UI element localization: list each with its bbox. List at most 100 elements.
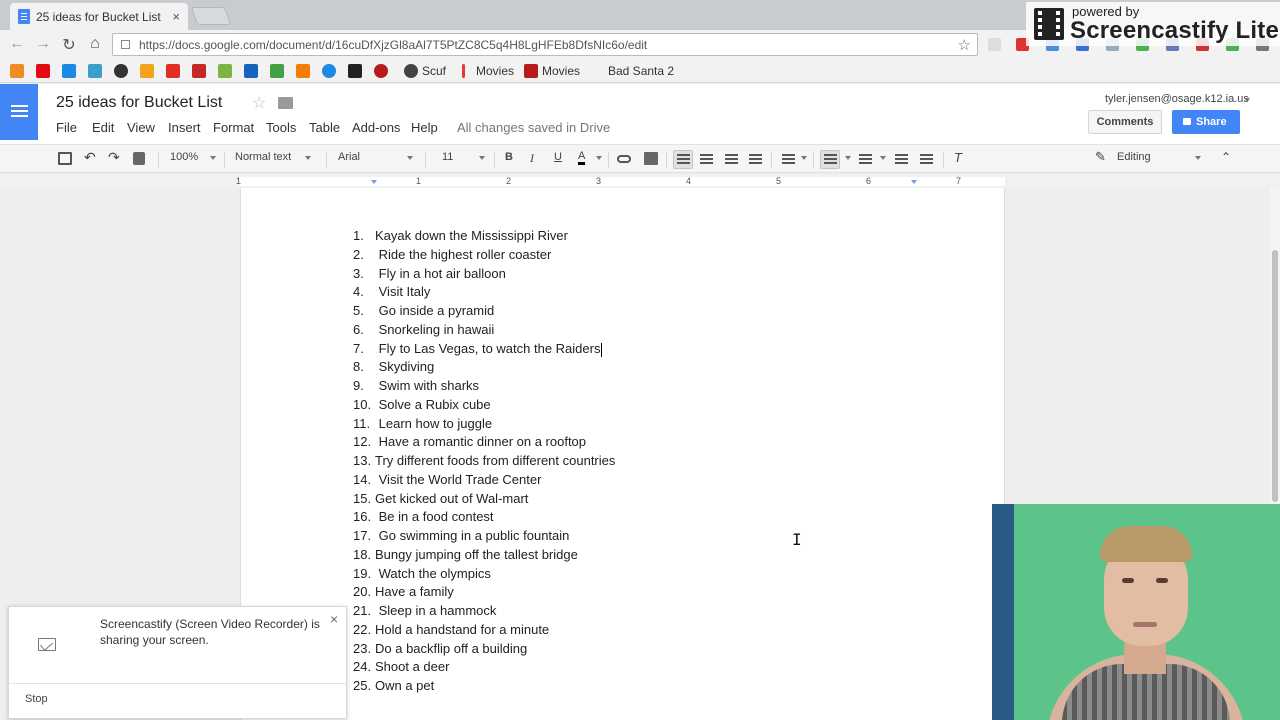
list-item[interactable]: 5. Go inside a pyramid xyxy=(353,302,494,319)
decrease-indent-icon[interactable] xyxy=(895,154,908,165)
align-center-icon[interactable] xyxy=(700,154,713,165)
list-item[interactable]: 16. Be in a food contest xyxy=(353,508,494,525)
bookmark-icon[interactable] xyxy=(270,64,284,78)
chevron-down-icon[interactable] xyxy=(880,156,886,160)
chevron-down-icon[interactable] xyxy=(1195,156,1201,160)
chevron-down-icon[interactable] xyxy=(407,156,413,160)
menu-add-ons[interactable]: Add-ons xyxy=(352,120,400,135)
document-page[interactable]: 1. Kayak down the Mississippi River 2. Ri… xyxy=(240,188,1005,720)
paragraph-style-select[interactable]: Normal text xyxy=(235,151,291,163)
list-item[interactable]: 9. Swim with sharks xyxy=(353,377,479,394)
chevron-down-icon[interactable] xyxy=(210,156,216,160)
stop-sharing-button[interactable]: Stop xyxy=(25,693,48,705)
editing-mode-select[interactable]: Editing xyxy=(1117,151,1151,163)
close-tab-icon[interactable]: × xyxy=(172,9,180,24)
menu-format[interactable]: Format xyxy=(213,120,254,135)
bookmark-icon[interactable] xyxy=(88,64,102,78)
youtube-icon[interactable] xyxy=(166,64,180,78)
bookmark-icon[interactable] xyxy=(10,64,24,78)
list-item[interactable]: 12. Have a romantic dinner on a rooftop xyxy=(353,433,586,450)
back-arrow-icon[interactable]: ← xyxy=(8,35,26,53)
chevron-down-icon[interactable] xyxy=(305,156,311,160)
text-color-button[interactable]: A xyxy=(578,151,586,165)
bookmark-scuf[interactable]: Scuf xyxy=(422,64,446,78)
scrollbar-thumb[interactable] xyxy=(1272,250,1278,502)
menu-file[interactable]: File xyxy=(56,120,77,135)
menu-tools[interactable]: Tools xyxy=(266,120,296,135)
list-item[interactable]: 3. Fly in a hot air balloon xyxy=(353,265,506,282)
list-item[interactable]: 24. Shoot a deer xyxy=(353,658,449,675)
chevron-down-icon[interactable] xyxy=(596,156,602,160)
extension-icon[interactable] xyxy=(988,38,1001,51)
bookmark-movies-2[interactable]: Movies xyxy=(542,64,580,78)
page-info-icon[interactable] xyxy=(121,40,130,49)
menu-view[interactable]: View xyxy=(127,120,155,135)
print-icon[interactable] xyxy=(58,152,72,165)
align-justify-icon[interactable] xyxy=(749,154,762,165)
clear-formatting-icon[interactable]: T xyxy=(954,150,962,165)
list-item[interactable]: 22. Hold a handstand for a minute xyxy=(353,621,549,638)
new-tab-button[interactable] xyxy=(190,7,232,25)
menu-edit[interactable]: Edit xyxy=(92,120,114,135)
list-item[interactable]: 23. Do a backflip off a building xyxy=(353,640,527,657)
bold-button[interactable]: B xyxy=(505,151,513,163)
left-indent-marker[interactable] xyxy=(371,180,377,184)
menu-table[interactable]: Table xyxy=(309,120,340,135)
menu-insert[interactable]: Insert xyxy=(168,120,201,135)
netflix-icon[interactable] xyxy=(36,64,50,78)
docs-home-icon[interactable] xyxy=(0,84,38,140)
list-item[interactable]: 13. Try different foods from different co… xyxy=(353,452,615,469)
bookmark-icon[interactable] xyxy=(192,64,206,78)
zoom-select[interactable]: 100% xyxy=(170,151,198,163)
bookmark-bad-santa-2[interactable]: Bad Santa 2 xyxy=(608,64,674,78)
movies-icon[interactable] xyxy=(462,64,465,78)
list-item[interactable]: 18. Bungy jumping off the tallest bridge xyxy=(353,546,578,563)
list-item[interactable]: 20. Have a family xyxy=(353,583,454,600)
star-document-icon[interactable]: ☆ xyxy=(252,93,266,113)
close-icon[interactable]: × xyxy=(330,611,338,627)
bookmark-icon[interactable] xyxy=(322,64,336,78)
font-size-select[interactable]: 11 xyxy=(442,151,453,163)
list-item[interactable]: 17. Go swimming in a public fountain xyxy=(353,527,569,544)
italic-button[interactable]: I xyxy=(530,151,534,166)
forward-arrow-icon[interactable]: → xyxy=(34,35,52,53)
list-item[interactable]: 7. Fly to Las Vegas, to watch the Raider… xyxy=(353,340,603,357)
collapse-menus-icon[interactable]: ⌃ xyxy=(1221,150,1231,164)
align-left-button[interactable] xyxy=(673,150,693,169)
folder-icon[interactable] xyxy=(278,97,293,109)
numbered-list-button[interactable] xyxy=(820,150,840,169)
bookmark-icon[interactable] xyxy=(296,64,310,78)
bookmark-icon[interactable] xyxy=(244,64,258,78)
browser-tab[interactable]: 25 ideas for Bucket List × xyxy=(10,3,188,30)
chevron-down-icon[interactable] xyxy=(801,156,807,160)
home-icon[interactable]: ⌂ xyxy=(86,35,104,53)
underline-button[interactable]: U xyxy=(554,151,562,163)
list-item[interactable]: 10. Solve a Rubix cube xyxy=(353,396,491,413)
document-title[interactable]: 25 ideas for Bucket List xyxy=(56,94,222,112)
undo-icon[interactable]: ↶ xyxy=(84,149,96,166)
bookmark-star-icon[interactable]: ☆ xyxy=(958,36,971,54)
bookmark-icon[interactable] xyxy=(114,64,128,78)
bulleted-list-icon[interactable] xyxy=(859,154,872,165)
menu-help[interactable]: Help xyxy=(411,120,438,135)
list-item[interactable]: 6. Snorkeling in hawaii xyxy=(353,321,494,338)
bookmark-icon[interactable] xyxy=(140,64,154,78)
redo-icon[interactable]: ↷ xyxy=(108,149,120,166)
list-item[interactable]: 8. Skydiving xyxy=(353,358,434,375)
account-email[interactable]: tyler.jensen@osage.k12.ia.us xyxy=(1105,93,1249,105)
chevron-down-icon[interactable] xyxy=(1244,98,1250,102)
right-indent-marker[interactable] xyxy=(911,180,917,184)
paint-format-icon[interactable] xyxy=(133,152,145,165)
movies-icon[interactable] xyxy=(524,64,538,78)
list-item[interactable]: 2. Ride the highest roller coaster xyxy=(353,246,551,263)
share-button[interactable]: Share xyxy=(1172,110,1240,134)
list-item[interactable]: 19. Watch the olympics xyxy=(353,565,491,582)
list-item[interactable]: 25. Own a pet xyxy=(353,677,434,694)
address-bar[interactable]: https://docs.google.com/document/d/16cuD… xyxy=(112,33,978,56)
list-item[interactable]: 11. Learn how to juggle xyxy=(353,415,492,432)
insert-comment-icon[interactable] xyxy=(644,152,658,165)
list-item[interactable]: 1. Kayak down the Mississippi River xyxy=(353,227,568,244)
paypal-icon[interactable] xyxy=(62,64,76,78)
bookmark-movies[interactable]: Movies xyxy=(476,64,514,78)
increase-indent-icon[interactable] xyxy=(920,154,933,165)
